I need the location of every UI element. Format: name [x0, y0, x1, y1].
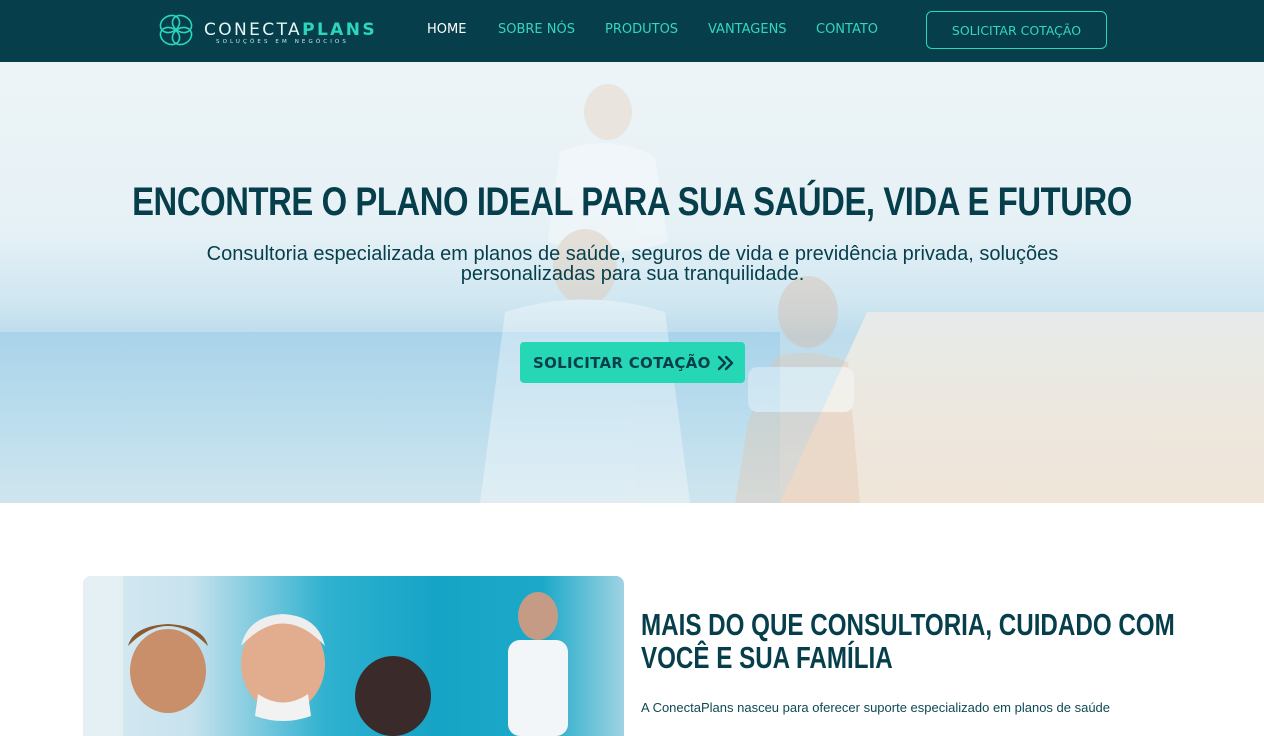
hero-subtitle: Consultoria especializada em planos de s… — [206, 243, 1059, 285]
hero-request-quote-button[interactable]: SOLICITAR COTAÇÃO — [520, 342, 745, 383]
about-title-line2: VOCÊ E SUA FAMÍLIA — [641, 640, 893, 675]
nav-link-home[interactable]: HOME — [427, 22, 466, 37]
logo-knot-icon — [159, 14, 193, 46]
hero-title: ENCONTRE O PLANO IDEAL PARA SUA SAÚDE, V… — [132, 180, 1132, 224]
nav-link-produtos[interactable]: PRODUTOS — [605, 22, 678, 37]
nav-link-sobre-nos[interactable]: SOBRE NÓS — [498, 22, 575, 37]
hero-cta-label: SOLICITAR COTAÇÃO — [533, 353, 711, 372]
nav-request-quote-button[interactable]: SOLICITAR COTAÇÃO — [926, 11, 1107, 49]
hero-section: ENCONTRE O PLANO IDEAL PARA SUA SAÚDE, V… — [0, 62, 1264, 503]
nav-link-contato[interactable]: CONTATO — [816, 22, 878, 37]
about-paragraph: A ConectaPlans nasceu para oferecer supo… — [641, 700, 1111, 715]
logo-tagline: SOLUÇÕES EM NEGÓCIOS — [216, 39, 349, 45]
logo-wordmark: CONECTAPLANS — [204, 20, 377, 40]
about-title-line1: MAIS DO QUE CONSULTORIA, CUIDADO COM — [641, 607, 1175, 642]
nav-link-vantagens[interactable]: VANTAGENS — [708, 22, 787, 37]
about-title: MAIS DO QUE CONSULTORIA, CUIDADO COM VOC… — [641, 608, 1175, 675]
conectaplans-logo[interactable]: CONECTAPLANS SOLUÇÕES EM NEGÓCIOS — [156, 12, 375, 50]
double-chevron-right-icon — [717, 355, 734, 371]
about-family-photo — [83, 576, 624, 736]
about-photo-illustration — [83, 576, 568, 736]
top-navbar: CONECTAPLANS SOLUÇÕES EM NEGÓCIOS HOME S… — [0, 0, 1264, 62]
